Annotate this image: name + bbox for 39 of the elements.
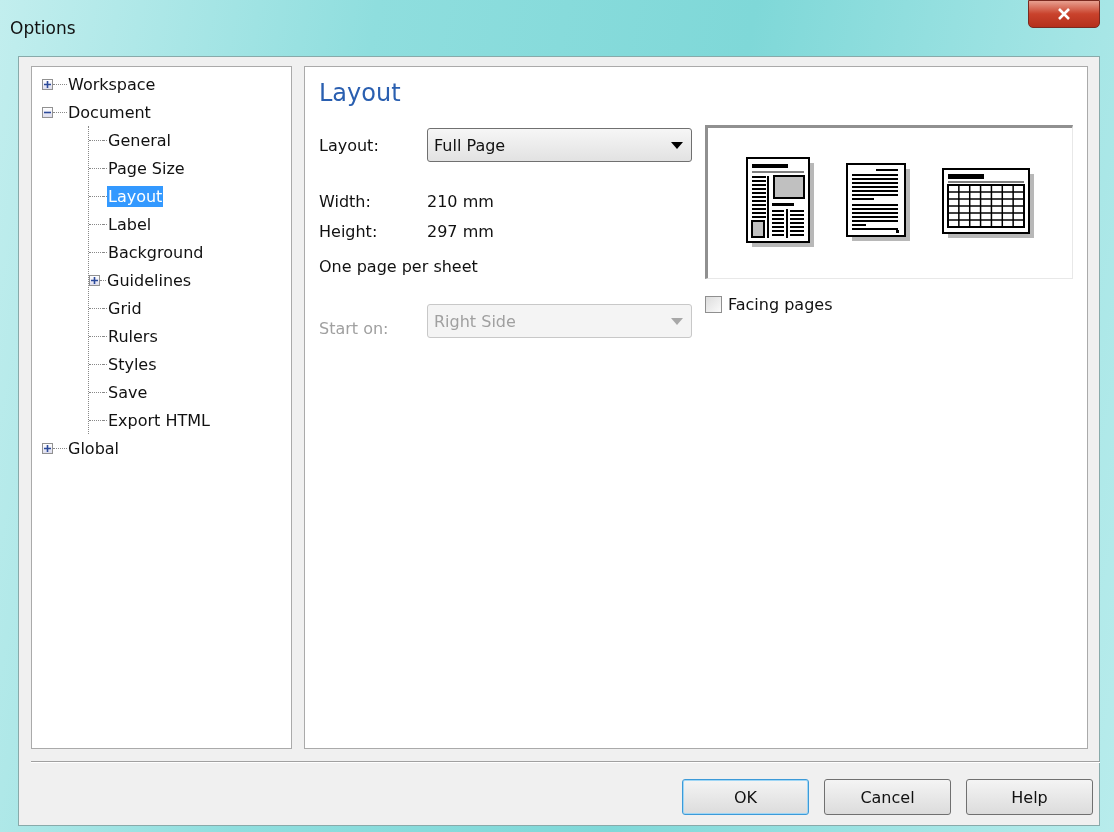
field-label: Start on: xyxy=(319,319,390,338)
dialog-button[interactable]: OK xyxy=(682,779,809,815)
tree-item[interactable]: Workspace xyxy=(67,73,157,95)
text-page-icon[interactable] xyxy=(846,163,912,243)
tree-item[interactable]: Background xyxy=(107,241,205,263)
tree-item[interactable]: Global xyxy=(67,437,121,459)
section-heading: Layout xyxy=(319,79,402,107)
field-label: Height: xyxy=(319,221,379,241)
table-page-icon[interactable] xyxy=(942,168,1034,238)
tree-item[interactable]: General xyxy=(107,129,173,151)
tree-item[interactable]: Label xyxy=(107,213,153,235)
layout-note: One page per sheet xyxy=(319,257,479,276)
window-title: Options xyxy=(10,18,76,38)
caret-icon xyxy=(671,141,683,149)
checkbox-label: Facing pages xyxy=(728,295,833,314)
field-value: 297 mm xyxy=(427,221,494,241)
tree-item[interactable]: Document xyxy=(67,101,152,123)
tree-item[interactable]: Styles xyxy=(107,353,158,375)
checkbox[interactable] xyxy=(705,296,722,313)
collapse-icon[interactable] xyxy=(42,106,53,118)
field-label: Width: xyxy=(319,192,372,211)
tree-item[interactable]: Guidelines xyxy=(106,269,193,291)
tree-item[interactable]: Page Size xyxy=(107,157,186,179)
dialog-button[interactable]: Help xyxy=(966,779,1093,815)
close-button[interactable] xyxy=(1028,0,1100,28)
field-label: Layout: xyxy=(319,135,380,155)
tree-item[interactable]: Rulers xyxy=(107,325,159,347)
tree-item[interactable]: Grid xyxy=(107,297,143,319)
dropdown[interactable]: Full Page xyxy=(427,128,692,162)
expand-icon[interactable] xyxy=(42,442,53,454)
caret-icon xyxy=(671,317,683,325)
tree-item[interactable]: Save xyxy=(107,381,149,403)
dialog-button[interactable]: Cancel xyxy=(824,779,951,815)
expand-icon[interactable] xyxy=(89,274,100,286)
close-icon xyxy=(1057,8,1071,20)
tree-item[interactable]: Export HTML xyxy=(107,409,211,431)
newspaper-page-icon[interactable] xyxy=(746,157,816,249)
field-value: 210 mm xyxy=(427,192,494,211)
expand-icon[interactable] xyxy=(42,78,53,90)
